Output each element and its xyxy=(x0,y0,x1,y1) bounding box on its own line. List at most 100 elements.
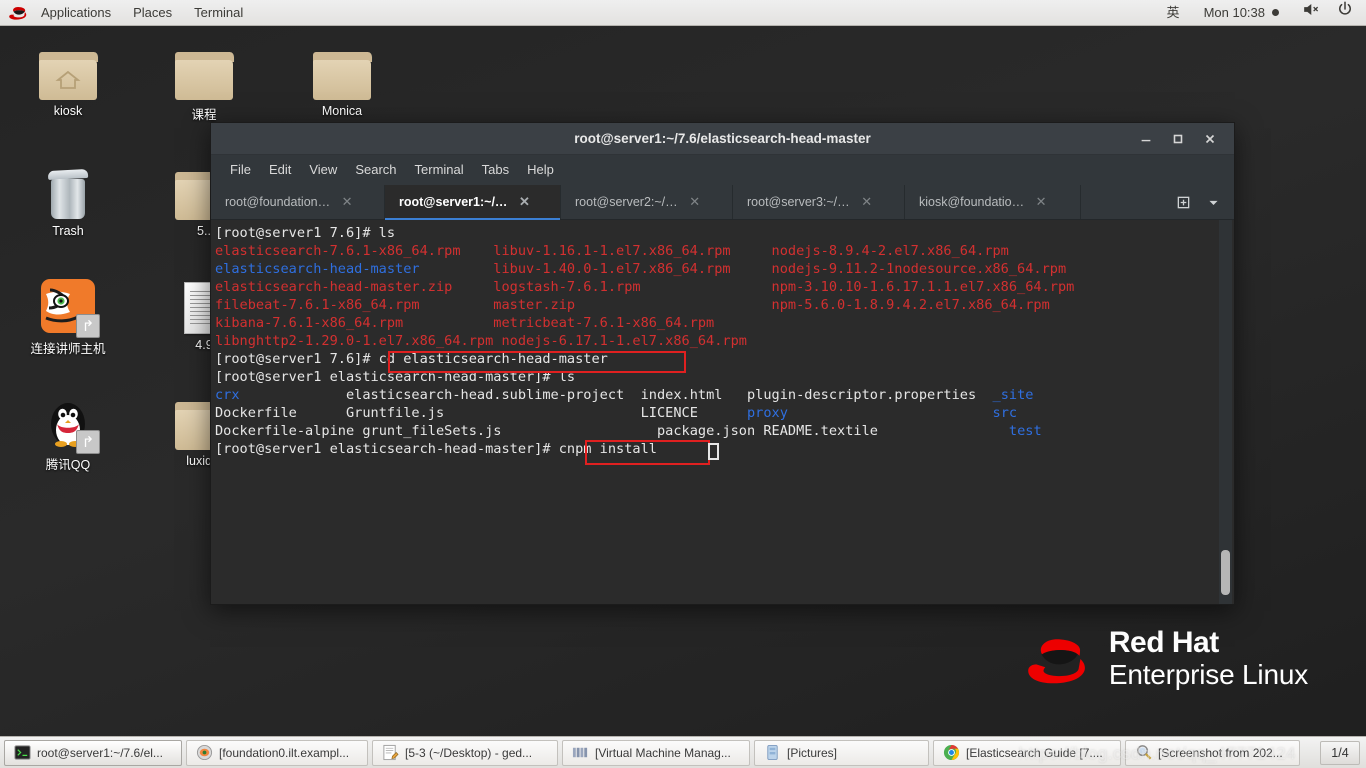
tab-close-icon[interactable]: ✕ xyxy=(340,194,354,210)
desktop-icon-connect-instructor[interactable]: ↱ 连接讲师主机 xyxy=(20,272,116,357)
qq-shortcut-icon: ↱ xyxy=(20,388,116,454)
terminal-line: elasticsearch-head-master.zip logstash-7… xyxy=(215,278,1212,296)
title-bar[interactable]: root@server1:~/7.6/elasticsearch-head-ma… xyxy=(211,123,1234,155)
terminal-token: nodejs-8.9.4-2.el7.x86_64.rpm xyxy=(771,243,1009,259)
taskbar-item-vnc[interactable]: [foundation0.ilt.exampl... xyxy=(186,739,368,766)
tab-label: root@server1:~/… xyxy=(399,195,508,209)
trash-icon xyxy=(20,158,116,220)
taskbar-item-label: [Screenshot from 202... xyxy=(1158,745,1283,760)
input-method-indicator[interactable]: 英 xyxy=(1155,0,1192,26)
tab-label: root@server2:~/… xyxy=(575,195,678,209)
redhat-logo-icon[interactable] xyxy=(7,3,29,23)
speaker-muted-icon[interactable] xyxy=(1291,0,1330,26)
brand-line-1: Red Hat xyxy=(1108,626,1219,660)
terminal-token: elasticsearch-head-master.zip xyxy=(215,279,494,295)
desktop-icon-qq[interactable]: ↱ 腾讯QQ xyxy=(20,388,116,473)
taskbar-item-terminal[interactable]: root@server1:~/7.6/el... xyxy=(4,739,182,766)
power-icon[interactable] xyxy=(1330,0,1366,26)
tab-close-icon[interactable]: ✕ xyxy=(860,194,874,210)
desktop-icon-trash[interactable]: Trash xyxy=(20,158,116,238)
tab-close-icon[interactable]: ✕ xyxy=(688,194,702,210)
terminal-token: proxy xyxy=(747,405,993,421)
terminal-line: filebeat-7.6.1-x86_64.rpm master.zip npm… xyxy=(215,296,1212,314)
terminal-token: _site xyxy=(992,387,1034,403)
menu-edit[interactable]: Edit xyxy=(260,155,300,185)
new-tab-icon[interactable] xyxy=(1168,185,1198,220)
terminal-window[interactable]: root@server1:~/7.6/elasticsearch-head-ma… xyxy=(210,122,1235,605)
terminal-token: LICENCE xyxy=(640,405,747,421)
chevron-down-icon[interactable] xyxy=(1198,185,1228,220)
tab-close-icon[interactable]: ✕ xyxy=(517,194,531,210)
workspace-indicator[interactable]: 1/4 xyxy=(1320,740,1360,765)
terminal-output-area[interactable]: [root@server1 7.6]# ls elasticsearch-7.6.… xyxy=(211,220,1234,604)
terminal-token: filebeat-7.6.1-x86_64.rpm xyxy=(215,297,494,313)
vnc-shortcut-icon: ↱ xyxy=(20,272,116,338)
taskbar-item-pictures[interactable]: [Pictures] xyxy=(754,739,929,766)
taskbar-item-virt-manager[interactable]: [Virtual Machine Manag... xyxy=(562,739,750,766)
terminal-line: crx elasticsearch-head.sublime-project i… xyxy=(215,386,1212,404)
desktop-icon-monica[interactable]: Monica xyxy=(294,38,390,118)
desktop-icon-kiosk[interactable]: kiosk xyxy=(20,38,116,118)
tab-kiosk-foundation[interactable]: kiosk@foundatio… ✕ xyxy=(905,185,1081,219)
menu-search[interactable]: Search xyxy=(346,155,405,185)
terminal-token: elasticsearch-7.6.1-x86_64.rpm xyxy=(215,243,494,259)
terminal-token: [root@server1 7.6]# cd elasticsearch-hea… xyxy=(215,351,608,367)
terminal-menu[interactable]: Terminal xyxy=(183,0,254,26)
applications-menu[interactable]: Applications xyxy=(30,0,122,26)
desktop-icon-label: 腾讯QQ xyxy=(45,458,91,472)
terminal-token: [root@server1 7.6]# ls xyxy=(215,225,396,241)
terminal-token: libuv-1.16.1-1.el7.x86_64.rpm xyxy=(493,243,772,259)
menu-help[interactable]: Help xyxy=(518,155,563,185)
top-panel: Applications Places Terminal 英 Mon 10:38 xyxy=(0,0,1366,26)
desktop-icon-kecheng[interactable]: 课程 xyxy=(156,38,252,123)
minimize-button[interactable] xyxy=(1130,126,1162,152)
tab-root-server3[interactable]: root@server3:~/… ✕ xyxy=(733,185,905,219)
menu-tabs[interactable]: Tabs xyxy=(473,155,518,185)
terminal-line: Dockerfile Gruntfile.js LICENCE proxy sr… xyxy=(215,404,1212,422)
workspace-label: 1/4 xyxy=(1331,745,1349,760)
taskbar-item-gedit[interactable]: [5-3 (~/Desktop) - ged... xyxy=(372,739,558,766)
tab-root-foundation[interactable]: root@foundation… ✕ xyxy=(211,185,385,219)
close-button[interactable] xyxy=(1194,126,1226,152)
terminal-text: [root@server1 7.6]# ls elasticsearch-7.6.… xyxy=(215,224,1212,458)
menu-file[interactable]: File xyxy=(221,155,260,185)
taskbar-item-label: root@server1:~/7.6/el... xyxy=(37,745,163,760)
tab-root-server2[interactable]: root@server2:~/… ✕ xyxy=(561,185,733,219)
terminal-token: Dockerfile xyxy=(215,405,346,421)
desktop-icon-label: Monica xyxy=(321,104,363,118)
menu-terminal[interactable]: Terminal xyxy=(406,155,473,185)
desktop-icon-label: kiosk xyxy=(53,104,83,118)
taskbar-item-label: [foundation0.ilt.exampl... xyxy=(219,745,350,760)
terminal-line: [root@server1 7.6]# ls xyxy=(215,224,1212,242)
window-title: root@server1:~/7.6/elasticsearch-head-ma… xyxy=(574,131,871,146)
image-viewer-icon xyxy=(1134,744,1152,762)
home-folder-icon xyxy=(20,38,116,100)
maximize-button[interactable] xyxy=(1162,126,1194,152)
terminal-line: Dockerfile-alpine grunt_fileSets.js pack… xyxy=(215,422,1212,440)
places-menu[interactable]: Places xyxy=(122,0,183,26)
terminal-token: logstash-7.6.1.rpm xyxy=(493,279,772,295)
taskbar-item-label: [5-3 (~/Desktop) - ged... xyxy=(405,745,533,760)
terminal-line: elasticsearch-head-master libuv-1.40.0-1… xyxy=(215,260,1212,278)
desktop-icon-label: Trash xyxy=(52,224,84,238)
tab-label: kiosk@foundatio… xyxy=(919,195,1025,209)
folder-icon xyxy=(156,38,252,100)
tab-label: root@foundation… xyxy=(225,195,331,209)
taskbar-item-screenshot[interactable]: [Screenshot from 202... xyxy=(1125,739,1300,766)
menu-view[interactable]: View xyxy=(300,155,346,185)
terminal-token: test xyxy=(1008,423,1042,439)
taskbar-item-label: [Virtual Machine Manag... xyxy=(595,745,731,760)
shortcut-arrow-icon: ↱ xyxy=(76,430,100,454)
taskbar-item-chrome[interactable]: [Elasticsearch Guide [7.... xyxy=(933,739,1121,766)
terminal-token: index.html xyxy=(640,387,747,403)
terminal-scrollbar[interactable] xyxy=(1219,220,1232,604)
shortcut-arrow-icon: ↱ xyxy=(76,314,100,338)
menu-bar: File Edit View Search Terminal Tabs Help xyxy=(211,155,1234,185)
scrollbar-thumb[interactable] xyxy=(1221,550,1230,595)
clock[interactable]: Mon 10:38 xyxy=(1192,0,1291,26)
tab-close-icon[interactable]: ✕ xyxy=(1034,194,1048,210)
tab-root-server1[interactable]: root@server1:~/… ✕ xyxy=(385,185,561,220)
taskbar: root@server1:~/7.6/el... [foundation0.il… xyxy=(0,736,1366,768)
terminal-token: metricbeat-7.6.1-x86_64.rpm xyxy=(493,315,715,331)
terminal-line: [root@server1 elasticsearch-head-master]… xyxy=(215,368,1212,386)
